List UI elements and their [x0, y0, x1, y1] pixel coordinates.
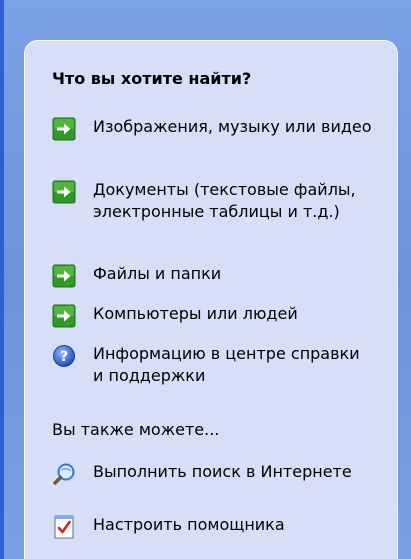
option-label: Изображения, музыку или видео [93, 117, 372, 136]
option-label: Информацию в центре справки и поддержки [93, 344, 360, 385]
option-documents[interactable]: Документы (текстовые файлы, электронные … [52, 179, 372, 223]
option-files-folders[interactable]: Файлы и папки [52, 263, 372, 288]
option-help-and-support[interactable]: ? Информацию в центре справки и поддержк… [52, 343, 372, 387]
option-label: Документы (текстовые файлы, электронные … [93, 180, 356, 221]
option-label: Файлы и папки [93, 264, 222, 283]
green-arrow-icon [52, 264, 76, 288]
option-change-preferences[interactable]: Настроить помощника [52, 514, 372, 539]
help-question-icon: ? [53, 345, 75, 367]
option-label: Компьютеры или людей [93, 304, 298, 323]
green-arrow-icon [52, 180, 76, 204]
option-pictures-music-video[interactable]: Изображения, музыку или видео [52, 116, 372, 141]
green-arrow-icon [52, 304, 76, 328]
option-label: Выполнить поиск в Интернете [93, 462, 352, 481]
search-heading: Что вы хотите найти? [52, 69, 252, 88]
search-companion-window: Что вы хотите найти? Изображения, музыку… [0, 0, 411, 559]
green-arrow-icon [52, 117, 76, 141]
also-can-heading: Вы также можете... [52, 420, 220, 439]
option-label: Настроить помощника [93, 515, 285, 534]
internet-search-icon [53, 463, 75, 485]
preferences-icon [54, 515, 74, 539]
svg-text:?: ? [60, 349, 68, 365]
option-computers-people[interactable]: Компьютеры или людей [52, 303, 372, 328]
option-search-internet[interactable]: Выполнить поиск в Интернете [52, 461, 372, 485]
